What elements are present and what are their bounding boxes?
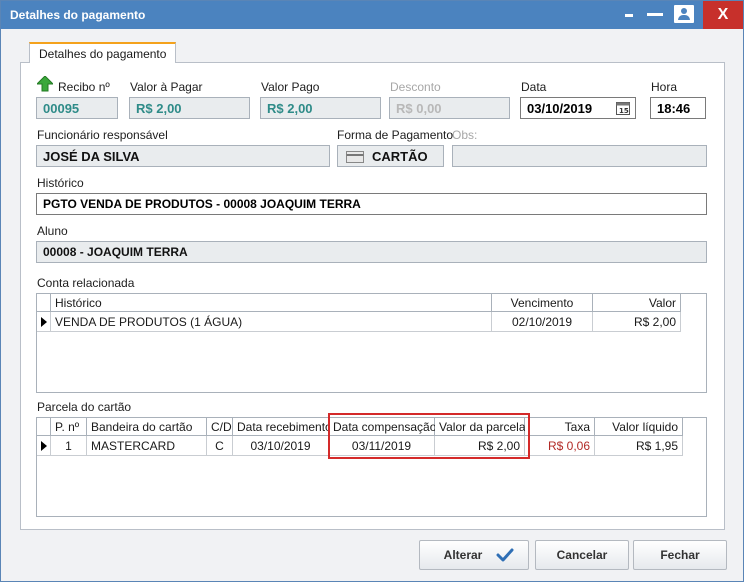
parcela-grid[interactable]: P. nº Bandeira do cartão C/D Data recebi… [36,417,707,517]
hora-label: Hora [651,80,678,94]
valor-pagar-field: R$ 2,00 [129,97,250,119]
dialog-window: Detalhes do pagamento X Detalhes do paga… [0,0,744,582]
recibo-label: Recibo nº [58,80,110,94]
parcela-cell-cd: C [207,436,233,456]
conta-cell-historico: VENDA DE PRODUTOS (1 ÁGUA) [51,312,492,332]
svg-text:15: 15 [619,107,629,115]
window-title: Detalhes do pagamento [10,8,146,22]
valor-pago-field: R$ 2,00 [260,97,381,119]
funcionario-label: Funcionário responsável [37,128,168,142]
close-button[interactable]: X [703,1,743,29]
parcela-cell-data-recebimento: 03/10/2019 [233,436,329,456]
parcela-cell-bandeira: MASTERCARD [87,436,207,456]
recibo-field: 00095 [36,97,118,119]
row-indicator [37,312,51,332]
user-card-icon[interactable] [674,5,694,23]
row-indicator [37,436,51,456]
check-icon [496,548,514,562]
funcionario-field: JOSÉ DA SILVA [36,145,330,167]
data-value: 03/10/2019 [527,101,593,116]
parcela-col-data-recebimento[interactable]: Data recebimento [233,418,332,436]
forma-pagamento-field: CARTÃO [337,145,444,167]
parcela-cell-valor-parcela: R$ 2,00 [435,436,525,456]
parcela-label: Parcela do cartão [37,400,132,414]
conta-label: Conta relacionada [37,276,135,290]
aluno-field: 00008 - JOAQUIM TERRA [36,241,707,263]
parcela-col-valor-liquido[interactable]: Valor líquido [595,418,683,436]
data-field[interactable]: 03/10/2019 15 [520,97,636,119]
alterar-button[interactable]: Alterar [419,540,529,570]
hora-field[interactable]: 18:46 [650,97,706,119]
forma-pagamento-label: Forma de Pagamento [337,128,454,142]
conta-indicator-header [37,294,51,312]
parcela-col-taxa[interactable]: Taxa [525,418,595,436]
parcela-col-data-compensacao[interactable]: Data compensação [329,418,436,436]
minimize-button[interactable] [619,1,641,29]
parcela-col-numero[interactable]: P. nº [51,418,87,436]
parcela-col-cd[interactable]: C/D [207,418,233,436]
desconto-field: R$ 0,00 [389,97,510,119]
parcela-col-bandeira[interactable]: Bandeira do cartão [87,418,207,436]
obs-field [452,145,707,167]
cancelar-button[interactable]: Cancelar [535,540,629,570]
conta-cell-valor: R$ 2,00 [593,312,681,332]
historico-field[interactable]: PGTO VENDA DE PRODUTOS - 00008 JOAQUIM T… [36,193,707,215]
conta-cell-vencimento: 02/10/2019 [492,312,593,332]
historico-label: Histórico [37,176,84,190]
conta-col-vencimento[interactable]: Vencimento [492,294,593,312]
title-bar: Detalhes do pagamento X [1,1,743,29]
calendar-icon[interactable]: 15 [616,101,630,115]
valor-pago-label: Valor Pago [261,80,320,94]
conta-col-historico[interactable]: Histórico [51,294,492,312]
parcela-col-valor-parcela[interactable]: Valor da parcela [435,418,526,436]
green-up-arrow-icon [37,76,53,92]
valor-pagar-label: Valor à Pagar [130,80,203,94]
desconto-label: Desconto [390,80,441,94]
maximize-button[interactable] [645,1,667,29]
parcela-cell-valor-liquido: R$ 1,95 [595,436,683,456]
parcela-cell-data-compensacao: 03/11/2019 [329,436,435,456]
obs-label: Obs: [452,128,478,142]
card-icon [346,151,364,163]
parcela-cell-taxa: R$ 0,06 [525,436,595,456]
tab-detalhes[interactable]: Detalhes do pagamento [29,42,177,63]
fechar-button[interactable]: Fechar [633,540,727,570]
alterar-label: Alterar [443,548,483,562]
parcela-indicator-header [37,418,51,436]
aluno-label: Aluno [37,224,68,238]
forma-pagamento-value: CARTÃO [372,149,428,164]
parcela-cell-numero: 1 [51,436,87,456]
conta-grid[interactable]: Histórico Vencimento Valor VENDA DE PROD… [36,293,707,393]
data-label: Data [521,80,547,94]
conta-col-valor[interactable]: Valor [593,294,681,312]
